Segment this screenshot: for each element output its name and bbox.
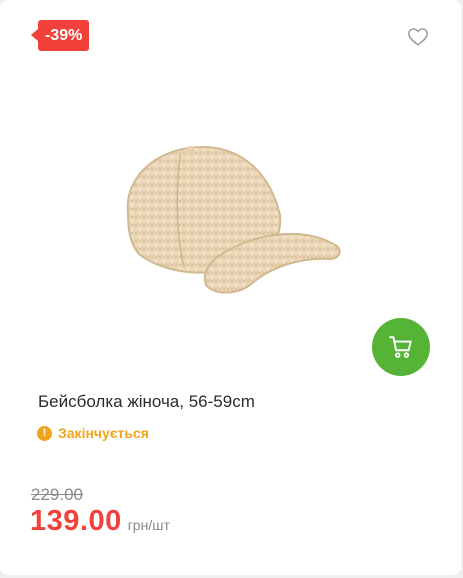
shopping-cart-icon (389, 336, 412, 358)
price-row: 139.00 грн/шт (30, 505, 170, 538)
product-card[interactable]: -39% Бейсболка жіноча, 56-59cm ! Закінчу… (0, 0, 461, 575)
stock-status: ! Закінчується (37, 425, 149, 441)
current-price: 139.00 (30, 505, 122, 537)
stock-status-label: Закінчується (58, 425, 149, 441)
product-image[interactable] (110, 135, 350, 305)
favorite-button[interactable] (407, 26, 429, 48)
product-title[interactable]: Бейсболка жіноча, 56-59cm (38, 392, 255, 412)
exclamation-circle-icon: ! (37, 425, 52, 441)
price-unit: грн/шт (127, 517, 170, 533)
add-to-cart-button[interactable] (372, 318, 430, 376)
cap-image (126, 145, 341, 294)
heart-outline-icon (408, 28, 428, 46)
old-price: 229.00 (31, 485, 83, 504)
discount-badge: -39% (30, 20, 90, 51)
